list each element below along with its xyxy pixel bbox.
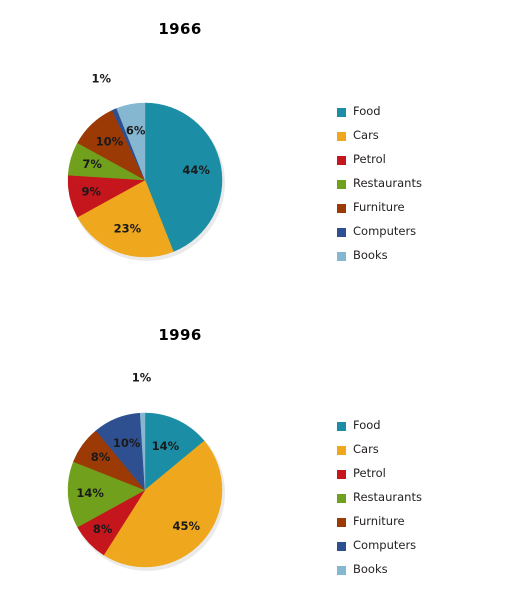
legend-label: Books [353, 562, 388, 577]
slice-value-label-restaurants: 7% [82, 157, 102, 171]
slice-value-label-petrol: 9% [82, 185, 102, 199]
pie-graphic-1966: 44% 23% 9% 7% 10% 1% 6% [67, 72, 225, 261]
legend-swatch-icon-petrol [337, 155, 346, 165]
legend-swatch-icon-petrol [337, 469, 346, 479]
pie-area-1966: 44% 23% 9% 7% 10% 1% 6% [0, 0, 300, 306]
legend-label: Computers [353, 224, 417, 239]
legend-label: Restaurants [353, 176, 422, 191]
legend-label: Food [353, 418, 381, 433]
legend-swatch-icon-food [337, 107, 346, 117]
slice-value-label-books: 1% [132, 371, 152, 385]
pie-chart-1996: 1996 14% 45% 8% 14% 8% 10% 1% Food Cars Petrol Re… [0, 306, 530, 612]
legend-label: Restaurants [353, 490, 422, 505]
legend-item-petrol[interactable]: Petrol [337, 462, 517, 486]
slice-value-label-restaurants: 14% [76, 486, 104, 500]
pie-area-1996: 14% 45% 8% 14% 8% 10% 1% [0, 306, 300, 612]
legend-swatch-icon-books [337, 251, 346, 261]
legend-swatch-icon-cars [337, 445, 346, 455]
slice-value-label-food: 14% [152, 439, 180, 453]
slice-value-label-computers: 10% [113, 436, 141, 450]
legend-item-cars[interactable]: Cars [337, 438, 517, 462]
legend-item-food[interactable]: Food [337, 414, 517, 438]
legend-label: Furniture [353, 514, 405, 529]
legend-item-computers[interactable]: Computers [337, 220, 517, 244]
pie-chart-1966: 1966 44% 23% 9% 7% 10% 1% 6% Food Cars Petrol Res… [0, 0, 530, 306]
legend-label: Books [353, 248, 388, 263]
legend-item-furniture[interactable]: Furniture [337, 510, 517, 534]
legend-swatch-icon-furniture [337, 517, 346, 527]
legend-label: Furniture [353, 200, 405, 215]
pie-graphic-1996: 14%45%8%14%8%10%1% [67, 371, 225, 571]
legend-label: Cars [353, 442, 379, 457]
slice-value-label-cars: 23% [114, 221, 142, 235]
slice-value-label-food: 44% [182, 163, 210, 177]
slice-value-label-petrol: 8% [93, 522, 113, 536]
legend-swatch-icon-cars [337, 131, 346, 141]
legend-item-books[interactable]: Books [337, 244, 517, 268]
slice-value-label-furniture: 10% [96, 135, 124, 149]
legend-swatch-icon-restaurants [337, 179, 346, 189]
legend-swatch-icon-books [337, 565, 346, 575]
legend-swatch-icon-food [337, 421, 346, 431]
legend-item-cars[interactable]: Cars [337, 124, 517, 148]
legend-swatch-icon-restaurants [337, 493, 346, 503]
legend-label: Petrol [353, 152, 386, 167]
legend-item-restaurants[interactable]: Restaurants [337, 486, 517, 510]
legend-item-computers[interactable]: Computers [337, 534, 517, 558]
legend-1966: Food Cars Petrol Restaurants Furniture Comput… [337, 100, 517, 268]
legend-item-petrol[interactable]: Petrol [337, 148, 517, 172]
legend-1996: Food Cars Petrol Restaurants Furniture Comput… [337, 414, 517, 582]
slice-value-label-cars: 45% [173, 519, 201, 533]
legend-label: Petrol [353, 466, 386, 481]
legend-item-food[interactable]: Food [337, 100, 517, 124]
slice-value-label-books: 6% [126, 123, 146, 137]
legend-item-restaurants[interactable]: Restaurants [337, 172, 517, 196]
legend-label: Food [353, 104, 381, 119]
legend-label: Computers [353, 538, 417, 553]
legend-swatch-icon-furniture [337, 203, 346, 213]
legend-item-books[interactable]: Books [337, 558, 517, 582]
slice-value-label-computers: 1% [92, 72, 112, 86]
legend-swatch-icon-computers [337, 541, 346, 551]
slice-value-label-furniture: 8% [91, 450, 111, 464]
legend-swatch-icon-computers [337, 227, 346, 237]
legend-label: Cars [353, 128, 379, 143]
legend-item-furniture[interactable]: Furniture [337, 196, 517, 220]
